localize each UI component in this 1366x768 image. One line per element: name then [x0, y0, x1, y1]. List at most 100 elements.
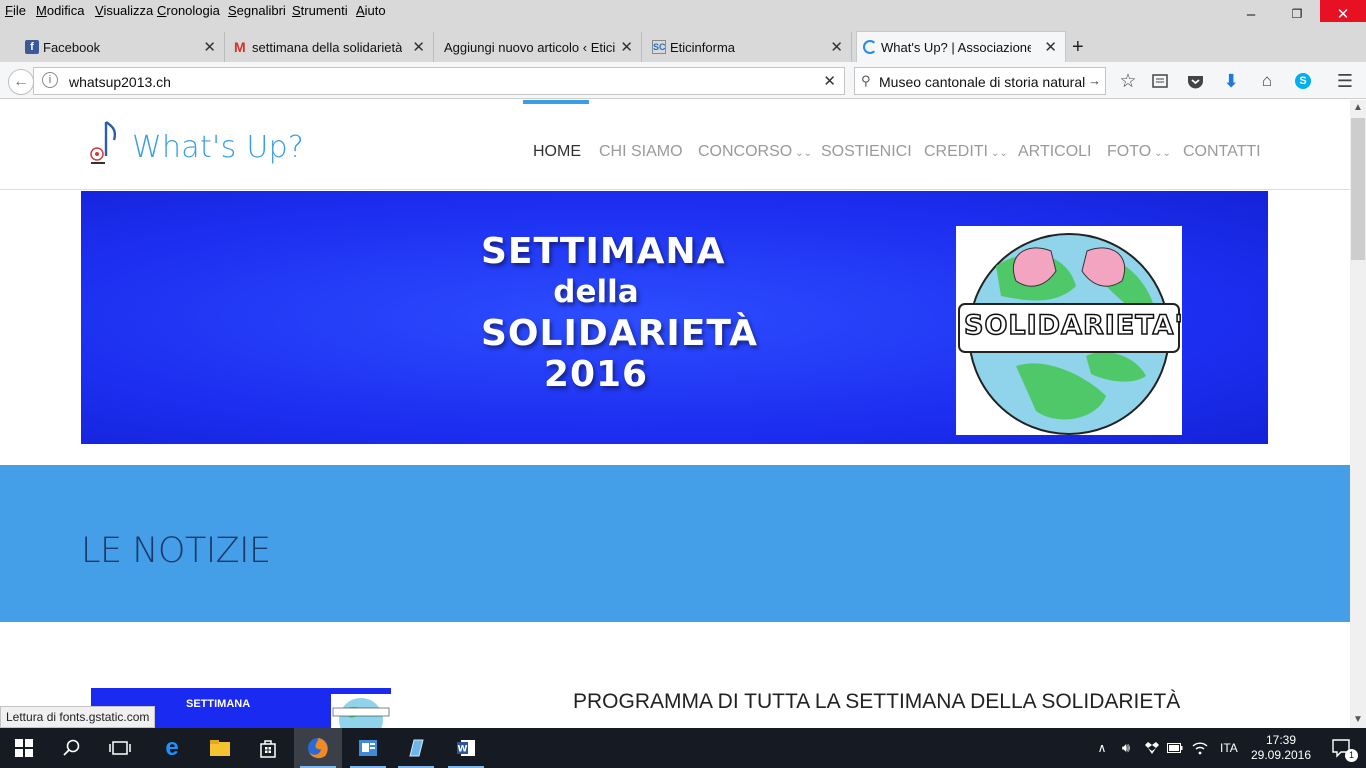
nav-label: CONCORSO [698, 143, 793, 160]
download-icon[interactable]: ⬇ [1221, 71, 1241, 91]
battery-icon[interactable] [1163, 728, 1187, 768]
navigation-toolbar: i whatsup2013.ch ✕ ← ⚲ Museo cantonale d… [0, 62, 1366, 99]
close-tab-icon[interactable]: ✕ [620, 38, 633, 56]
hero-line: SOLIDARIETÀ [481, 313, 758, 354]
store-icon[interactable] [244, 728, 292, 768]
address-bar[interactable]: i whatsup2013.ch ✕ [33, 67, 845, 95]
windows-taskbar: e W ∧ 🔊︎ ITA 17:39 29.09.2016 1 [0, 728, 1366, 768]
windows-logo-icon [15, 739, 33, 757]
clock-time: 17:39 [1265, 733, 1297, 747]
taskbar-clock[interactable]: 17:39 29.09.2016 [1250, 733, 1312, 763]
outlook-taskbar-icon[interactable] [344, 728, 392, 768]
task-view-button[interactable] [96, 728, 144, 768]
hamburger-menu-icon[interactable]: ☰ [1335, 71, 1355, 91]
scroll-up-arrow-icon[interactable]: ▲ [1350, 100, 1366, 116]
bookmark-star-icon[interactable]: ☆ [1118, 71, 1138, 92]
nav-label: SOSTIENICI [821, 143, 912, 160]
solidarity-globe-image: SOLIDARIETA' [956, 226, 1184, 435]
close-tab-icon[interactable]: ✕ [203, 38, 216, 56]
menu-cronologia[interactable]: Cronologia [157, 3, 220, 18]
tab-title: What's Up? | Associazione [881, 39, 1031, 55]
input-language[interactable]: ITA [1220, 741, 1238, 755]
url-text[interactable]: whatsup2013.ch [69, 74, 171, 90]
loading-icon [863, 40, 877, 54]
start-button[interactable] [0, 728, 48, 768]
active-nav-indicator [523, 100, 589, 104]
reading-list-icon[interactable] [1150, 71, 1170, 91]
nav-concorso[interactable]: CONCORSO ⌄⌄ [698, 143, 812, 161]
nav-home[interactable]: HOME [533, 143, 581, 161]
file-explorer-icon[interactable] [196, 728, 244, 768]
tab-title: Facebook [43, 39, 101, 55]
nav-label: CHI SIAMO [599, 143, 683, 160]
svg-text:W: W [458, 745, 468, 755]
pocket-icon[interactable] [1185, 71, 1205, 91]
back-button[interactable]: ← [8, 69, 34, 95]
new-tab-button[interactable]: + [1072, 36, 1084, 59]
scrollbar-thumb[interactable] [1351, 118, 1365, 260]
hero-banner[interactable]: SETTIMANA della SOLIDARIETÀ 2016 SOLIDAR… [81, 191, 1268, 444]
search-taskbar-button[interactable] [48, 728, 96, 768]
action-center-button[interactable]: 1 [1322, 728, 1362, 768]
menu-modifica[interactable]: Modifica [36, 3, 84, 18]
nav-foto[interactable]: FOTO ⌄⌄ [1107, 143, 1171, 161]
scroll-down-arrow-icon[interactable]: ▼ [1350, 712, 1366, 728]
site-logo-text[interactable]: What's Up? [132, 130, 304, 165]
search-value[interactable]: Museo cantonale di storia naturale [879, 74, 1093, 90]
wifi-icon[interactable] [1188, 728, 1212, 768]
hero-line: della [553, 274, 639, 310]
music-note-logo-icon[interactable] [88, 118, 120, 166]
menu-segnalibri[interactable]: Segnalibri [228, 3, 286, 18]
stop-icon[interactable]: ✕ [823, 72, 836, 90]
site-header: What's Up? HOME CHI SIAMO CONCORSO ⌄⌄ SOS… [0, 100, 1350, 190]
menu-bar: File Modifica Visualizza Cronologia Segn… [0, 0, 1366, 22]
search-input[interactable]: ⚲ Museo cantonale di storia naturale → [854, 67, 1106, 95]
tab-eticinforma[interactable]: SC Eticinforma ✕ [646, 32, 852, 62]
tab-title: Eticinforma [670, 39, 736, 55]
close-tab-icon[interactable]: ✕ [412, 38, 425, 56]
tab-strip: f Facebook ✕ M settimana della solidarie… [0, 28, 1366, 62]
web-page: What's Up? HOME CHI SIAMO CONCORSO ⌄⌄ SOS… [0, 100, 1350, 728]
search-go-icon[interactable]: → [1086, 73, 1101, 88]
nav-label: CONTATTI [1183, 143, 1261, 160]
nav-chi-siamo[interactable]: CHI SIAMO [599, 143, 683, 161]
menu-file[interactable]: File [5, 3, 26, 18]
close-tab-icon[interactable]: ✕ [830, 38, 843, 56]
tab-aggiungi-articolo[interactable]: Aggiungi nuovo articolo ‹ Etici... ✕ [436, 32, 642, 62]
thumb-title: SETTIMANA [186, 698, 251, 710]
chevron-down-icon: ⌄⌄ [795, 148, 812, 159]
home-icon[interactable]: ⌂ [1257, 71, 1277, 91]
nav-crediti[interactable]: CREDITI ⌄⌄ [924, 143, 1008, 161]
skype-icon[interactable]: S [1293, 71, 1313, 91]
nav-articoli[interactable]: ARTICOLI [1018, 143, 1092, 161]
menu-strumenti[interactable]: Strumenti [292, 3, 348, 18]
nav-label: HOME [533, 143, 581, 160]
close-tab-icon[interactable]: ✕ [1044, 38, 1057, 56]
nav-label: ARTICOLI [1018, 143, 1092, 160]
firefox-taskbar-icon[interactable] [294, 728, 342, 768]
article-title-link[interactable]: PROGRAMMA DI TUTTA LA SETTIMANA DELLA SO… [573, 690, 1180, 714]
edge-browser-icon[interactable]: e [148, 728, 196, 768]
menu-visualizza[interactable]: Visualizza [95, 3, 153, 18]
tab-facebook[interactable]: f Facebook ✕ [19, 32, 225, 62]
dropbox-tray-icon[interactable] [1140, 728, 1164, 768]
notepad-taskbar-icon[interactable] [392, 728, 440, 768]
news-section-title: LE NOTIZIE [81, 531, 271, 571]
tab-gmail[interactable]: M settimana della solidarietà... ✕ [228, 32, 434, 62]
word-taskbar-icon[interactable]: W [442, 728, 490, 768]
volume-icon[interactable]: 🔊︎ [1114, 728, 1138, 768]
show-hidden-icons-chevron-icon[interactable]: ∧ [1090, 728, 1114, 768]
globe-banner-text: SOLIDARIETA' [963, 309, 1184, 342]
clock-date: 29.09.2016 [1250, 748, 1312, 762]
info-icon[interactable]: i [42, 72, 58, 88]
chevron-down-icon: ⌄⌄ [991, 148, 1008, 159]
nav-sostienici[interactable]: SOSTIENICI [821, 143, 912, 161]
search-icon [63, 739, 80, 756]
menu-aiuto[interactable]: Aiuto [356, 3, 386, 18]
nav-contatti[interactable]: CONTATTI [1183, 143, 1261, 161]
thumb-globe-image [331, 694, 391, 728]
tab-whatsup-active[interactable]: What's Up? | Associazione ✕ [856, 31, 1066, 62]
gmail-icon: M [234, 39, 246, 55]
tab-title: settimana della solidarietà... [252, 39, 402, 55]
page-scrollbar[interactable]: ▲ ▼ [1350, 100, 1366, 728]
